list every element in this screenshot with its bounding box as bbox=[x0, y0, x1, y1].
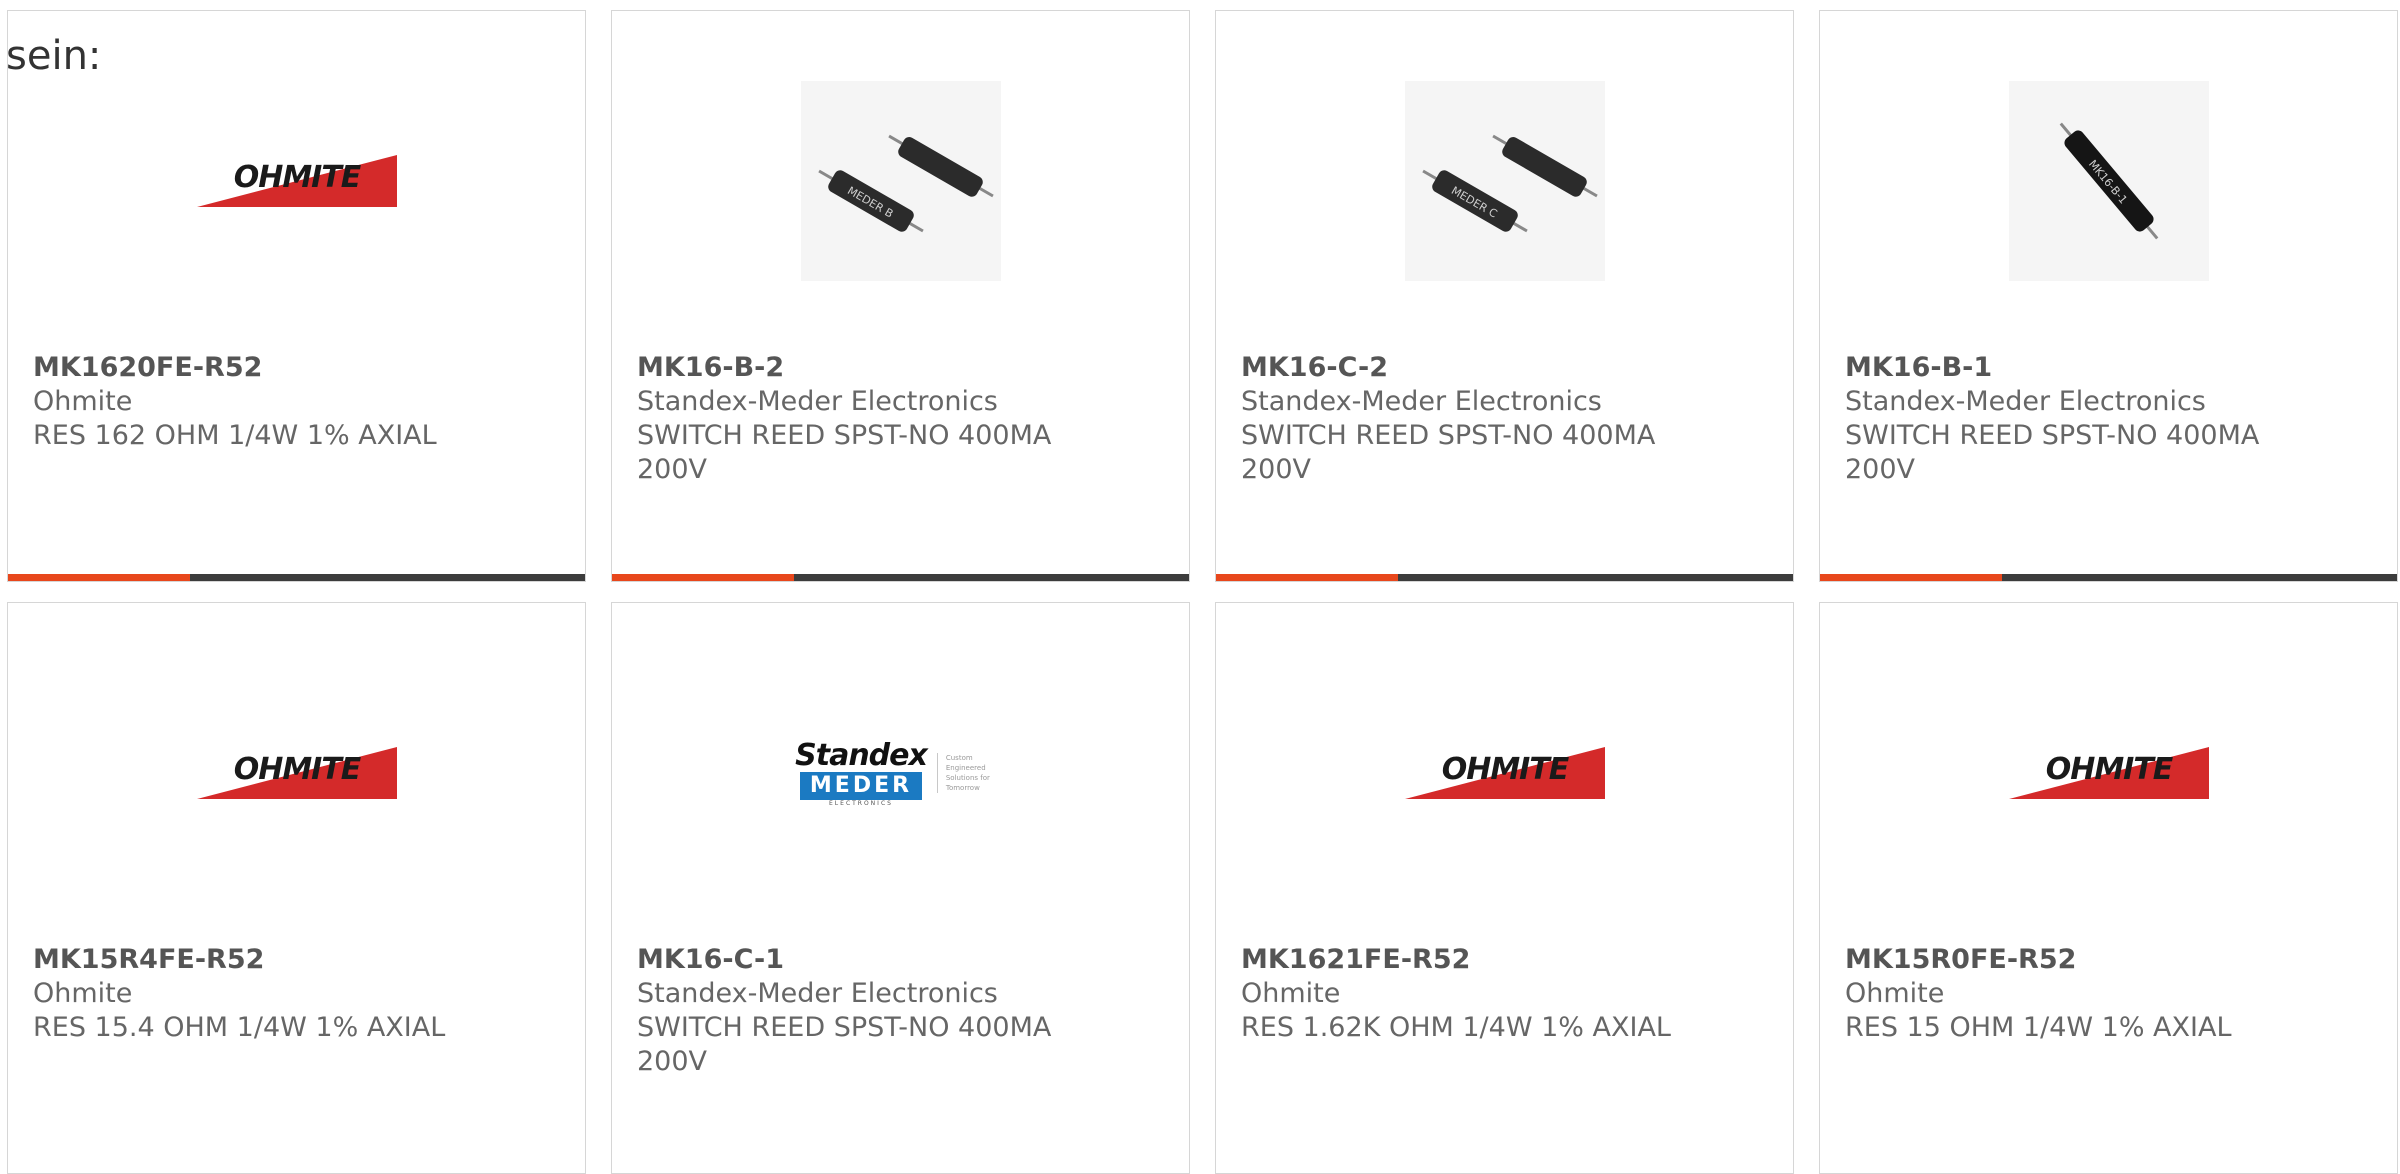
part-number[interactable]: MK16-B-1 bbox=[1845, 351, 2285, 385]
manufacturer: Ohmite bbox=[1241, 978, 1341, 1009]
svg-text:OHMITE: OHMITE bbox=[1441, 752, 1569, 787]
part-number[interactable]: MK16-C-2 bbox=[1241, 351, 1681, 385]
card-accent-bar bbox=[612, 574, 794, 581]
product-card[interactable]: MEDER C MK16-C-2 Standex-Meder Electroni… bbox=[1215, 10, 1794, 582]
description: SWITCH REED SPST-NO 400MA 200V bbox=[637, 1012, 1052, 1077]
description: SWITCH REED SPST-NO 400MA 200V bbox=[1845, 420, 2260, 485]
ohmite-logo: OHMITE bbox=[1404, 747, 1605, 799]
card-accent-bar bbox=[1216, 574, 1398, 581]
product-image: OHMITE bbox=[1820, 663, 2397, 883]
ohmite-logo: OHMITE bbox=[196, 747, 397, 799]
description: RES 15.4 OHM 1/4W 1% AXIAL bbox=[33, 1012, 446, 1043]
product-image: OHMITE bbox=[1216, 663, 1793, 883]
intro-text: sein: bbox=[6, 33, 102, 79]
product-card[interactable]: MK16-B-1 MK16-B-1 Standex-Meder Electron… bbox=[1819, 10, 2398, 582]
reed-switch-photo: MEDER B bbox=[800, 81, 1001, 281]
product-image: MEDER B bbox=[612, 71, 1189, 291]
description: RES 162 OHM 1/4W 1% AXIAL bbox=[33, 420, 437, 451]
product-image: OHMITE bbox=[8, 663, 585, 883]
part-number[interactable]: MK1620FE-R52 bbox=[33, 351, 473, 385]
manufacturer: Ohmite bbox=[33, 978, 133, 1009]
product-image: MK16-B-1 bbox=[1820, 71, 2397, 291]
description: SWITCH REED SPST-NO 400MA 200V bbox=[637, 420, 1052, 485]
ohmite-logo: OHMITE bbox=[2008, 747, 2209, 799]
logo-meder: MEDER bbox=[799, 771, 923, 800]
product-card[interactable]: Standex MEDER ELECTRONICS Custom Enginee… bbox=[611, 602, 1190, 1174]
logo-tagline: Custom Engineered Solutions for Tomorrow bbox=[936, 753, 1006, 793]
card-accent-bar bbox=[1820, 574, 2002, 581]
product-grid: OHMITE MK1620FE-R52 Ohmite RES 162 OHM 1… bbox=[7, 10, 2400, 1174]
logo-standex: Standex bbox=[795, 737, 928, 773]
ohmite-logo: OHMITE bbox=[196, 155, 397, 207]
part-number[interactable]: MK15R4FE-R52 bbox=[33, 943, 473, 977]
product-card[interactable]: OHMITE MK1621FE-R52 Ohmite RES 1.62K OHM… bbox=[1215, 602, 1794, 1174]
manufacturer: Standex-Meder Electronics bbox=[1241, 386, 1602, 417]
part-number[interactable]: MK16-B-2 bbox=[637, 351, 1077, 385]
manufacturer: Standex-Meder Electronics bbox=[1845, 386, 2206, 417]
part-number[interactable]: MK1621FE-R52 bbox=[1241, 943, 1681, 977]
logo-electronics: ELECTRONICS bbox=[829, 799, 893, 807]
card-bottom-bar bbox=[612, 574, 1189, 581]
product-card[interactable]: OHMITE MK15R4FE-R52 Ohmite RES 15.4 OHM … bbox=[7, 602, 586, 1174]
product-card[interactable]: MEDER B MK16-B-2 Standex-Meder Electroni… bbox=[611, 10, 1190, 582]
reed-switch-photo: MK16-B-1 bbox=[2008, 81, 2209, 281]
description: RES 15 OHM 1/4W 1% AXIAL bbox=[1845, 1012, 2232, 1043]
card-accent-bar bbox=[8, 574, 190, 581]
product-image: Standex MEDER ELECTRONICS Custom Enginee… bbox=[612, 663, 1189, 883]
card-bottom-bar bbox=[1820, 574, 2397, 581]
part-number[interactable]: MK16-C-1 bbox=[637, 943, 1077, 977]
manufacturer: Standex-Meder Electronics bbox=[637, 978, 998, 1009]
part-number[interactable]: MK15R0FE-R52 bbox=[1845, 943, 2285, 977]
manufacturer: Ohmite bbox=[1845, 978, 1945, 1009]
svg-text:OHMITE: OHMITE bbox=[233, 160, 361, 195]
product-card[interactable]: OHMITE MK15R0FE-R52 Ohmite RES 15 OHM 1/… bbox=[1819, 602, 2398, 1174]
svg-text:OHMITE: OHMITE bbox=[233, 752, 361, 787]
standex-meder-logo: Standex MEDER ELECTRONICS Custom Enginee… bbox=[795, 737, 1006, 807]
product-image: OHMITE bbox=[8, 71, 585, 291]
card-bottom-bar bbox=[8, 574, 585, 581]
manufacturer: Ohmite bbox=[33, 386, 133, 417]
product-image: MEDER C bbox=[1216, 71, 1793, 291]
product-card[interactable]: OHMITE MK1620FE-R52 Ohmite RES 162 OHM 1… bbox=[7, 10, 586, 582]
reed-switch-photo: MEDER C bbox=[1404, 81, 1605, 281]
card-bottom-bar bbox=[1216, 574, 1793, 581]
svg-text:OHMITE: OHMITE bbox=[2045, 752, 2173, 787]
description: SWITCH REED SPST-NO 400MA 200V bbox=[1241, 420, 1656, 485]
manufacturer: Standex-Meder Electronics bbox=[637, 386, 998, 417]
description: RES 1.62K OHM 1/4W 1% AXIAL bbox=[1241, 1012, 1671, 1043]
